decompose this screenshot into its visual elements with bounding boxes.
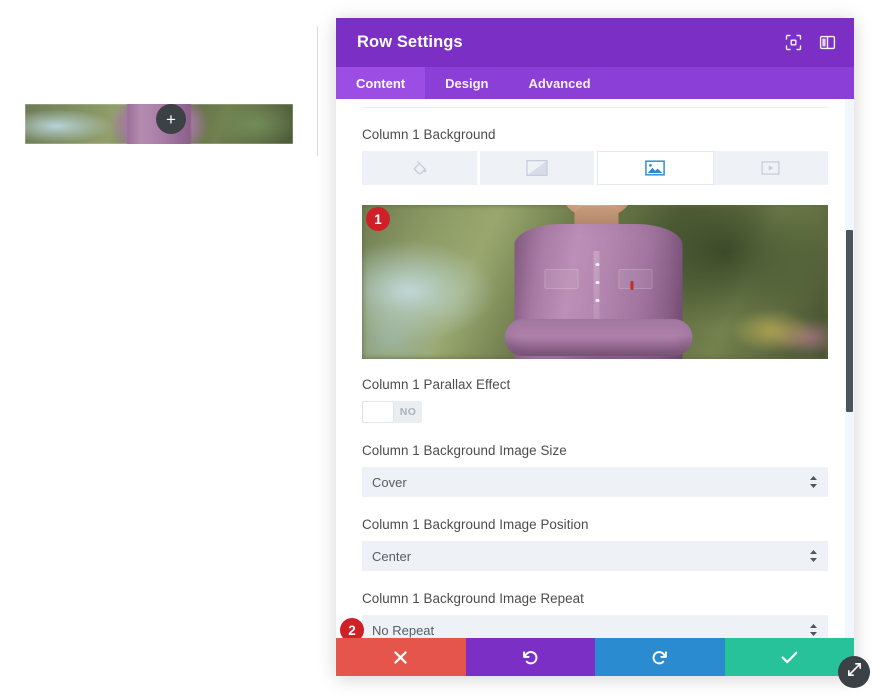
chevron-updown-icon: [809, 475, 818, 489]
parallax-toggle[interactable]: NO: [362, 401, 422, 423]
tab-bar: Content Design Advanced: [336, 67, 854, 99]
step-marker-1: 1: [366, 207, 390, 231]
field-background-image-size: Column 1 Background Image Size Cover: [362, 443, 828, 497]
redo-icon: [651, 649, 668, 666]
tab-design[interactable]: Design: [425, 67, 508, 99]
shirt-brand-tag: [630, 281, 633, 290]
add-module-button[interactable]: +: [156, 104, 186, 134]
photo-subject-shirt: [514, 224, 682, 359]
modal-header: Row Settings: [336, 18, 854, 67]
shirt-pocket-left: [545, 269, 579, 289]
modal-body: Column 1 Background: [336, 99, 854, 638]
page-title: Row Settings: [357, 33, 785, 52]
scrollbar-thumb[interactable]: [846, 230, 853, 412]
background-gradient-icon: [526, 159, 548, 177]
background-color-tab[interactable]: [362, 151, 480, 185]
field-label-column-background: Column 1 Background: [362, 127, 828, 142]
chevron-updown-icon: [809, 623, 818, 637]
row-settings-modal: Row Settings Content: [336, 18, 854, 676]
resize-handle[interactable]: [838, 656, 870, 688]
photo-subject: [514, 205, 682, 359]
scrollbar-track[interactable]: [845, 99, 854, 638]
background-type-selector: [362, 151, 828, 185]
split-view-icon[interactable]: [819, 34, 836, 51]
toggle-value: NO: [394, 406, 422, 418]
tab-content[interactable]: Content: [336, 67, 425, 99]
tab-advanced[interactable]: Advanced: [508, 67, 610, 99]
background-color-icon: [410, 159, 429, 178]
modal-footer: [336, 638, 854, 676]
shirt-button: [595, 263, 599, 266]
select-value: Center: [372, 549, 411, 564]
resize-diagonal-icon: [846, 661, 863, 683]
expand-icon[interactable]: [785, 34, 802, 51]
undo-icon: [522, 649, 539, 666]
plus-icon: +: [166, 111, 176, 128]
chevron-updown-icon: [809, 549, 818, 563]
check-icon: [781, 650, 798, 665]
background-image-repeat-select[interactable]: 2 No Repeat: [362, 615, 828, 638]
background-video-icon: [761, 161, 780, 175]
redo-button[interactable]: [595, 638, 725, 676]
field-background-image-repeat: Column 1 Background Image Repeat 2 No Re…: [362, 591, 828, 638]
field-background-image-position: Column 1 Background Image Position Cente…: [362, 517, 828, 571]
preview-divider: [317, 26, 318, 156]
background-gradient-tab[interactable]: [480, 151, 598, 185]
background-image-preview[interactable]: 1: [362, 205, 828, 359]
header-icon-group: [785, 34, 836, 51]
x-icon: [393, 650, 408, 665]
field-label-parallax-effect: Column 1 Parallax Effect: [362, 377, 828, 392]
background-image-size-select[interactable]: Cover: [362, 467, 828, 497]
field-label-background-image-position: Column 1 Background Image Position: [362, 517, 828, 532]
step-marker-2: 2: [340, 618, 364, 638]
page-preview-canvas: +: [0, 0, 318, 696]
field-label-background-image-size: Column 1 Background Image Size: [362, 443, 828, 458]
select-value: Cover: [372, 475, 407, 490]
save-button[interactable]: [725, 638, 855, 676]
shirt-button: [595, 281, 599, 284]
background-image-icon: [645, 160, 665, 176]
cancel-button[interactable]: [336, 638, 466, 676]
field-column-background: Column 1 Background: [362, 127, 828, 185]
shirt-button: [595, 299, 599, 302]
background-image-tab[interactable]: [597, 151, 714, 185]
shirt-pocket-right: [618, 269, 652, 289]
undo-button[interactable]: [466, 638, 596, 676]
background-video-tab[interactable]: [714, 151, 829, 185]
select-value: No Repeat: [372, 623, 434, 638]
toggle-knob: [362, 401, 394, 423]
photo-subject-arms: [504, 319, 692, 357]
screen: + Row Settings: [0, 0, 880, 696]
background-image-position-select[interactable]: Center: [362, 541, 828, 571]
field-label-background-image-repeat: Column 1 Background Image Repeat: [362, 591, 828, 606]
field-parallax-effect: Column 1 Parallax Effect NO: [362, 377, 828, 443]
